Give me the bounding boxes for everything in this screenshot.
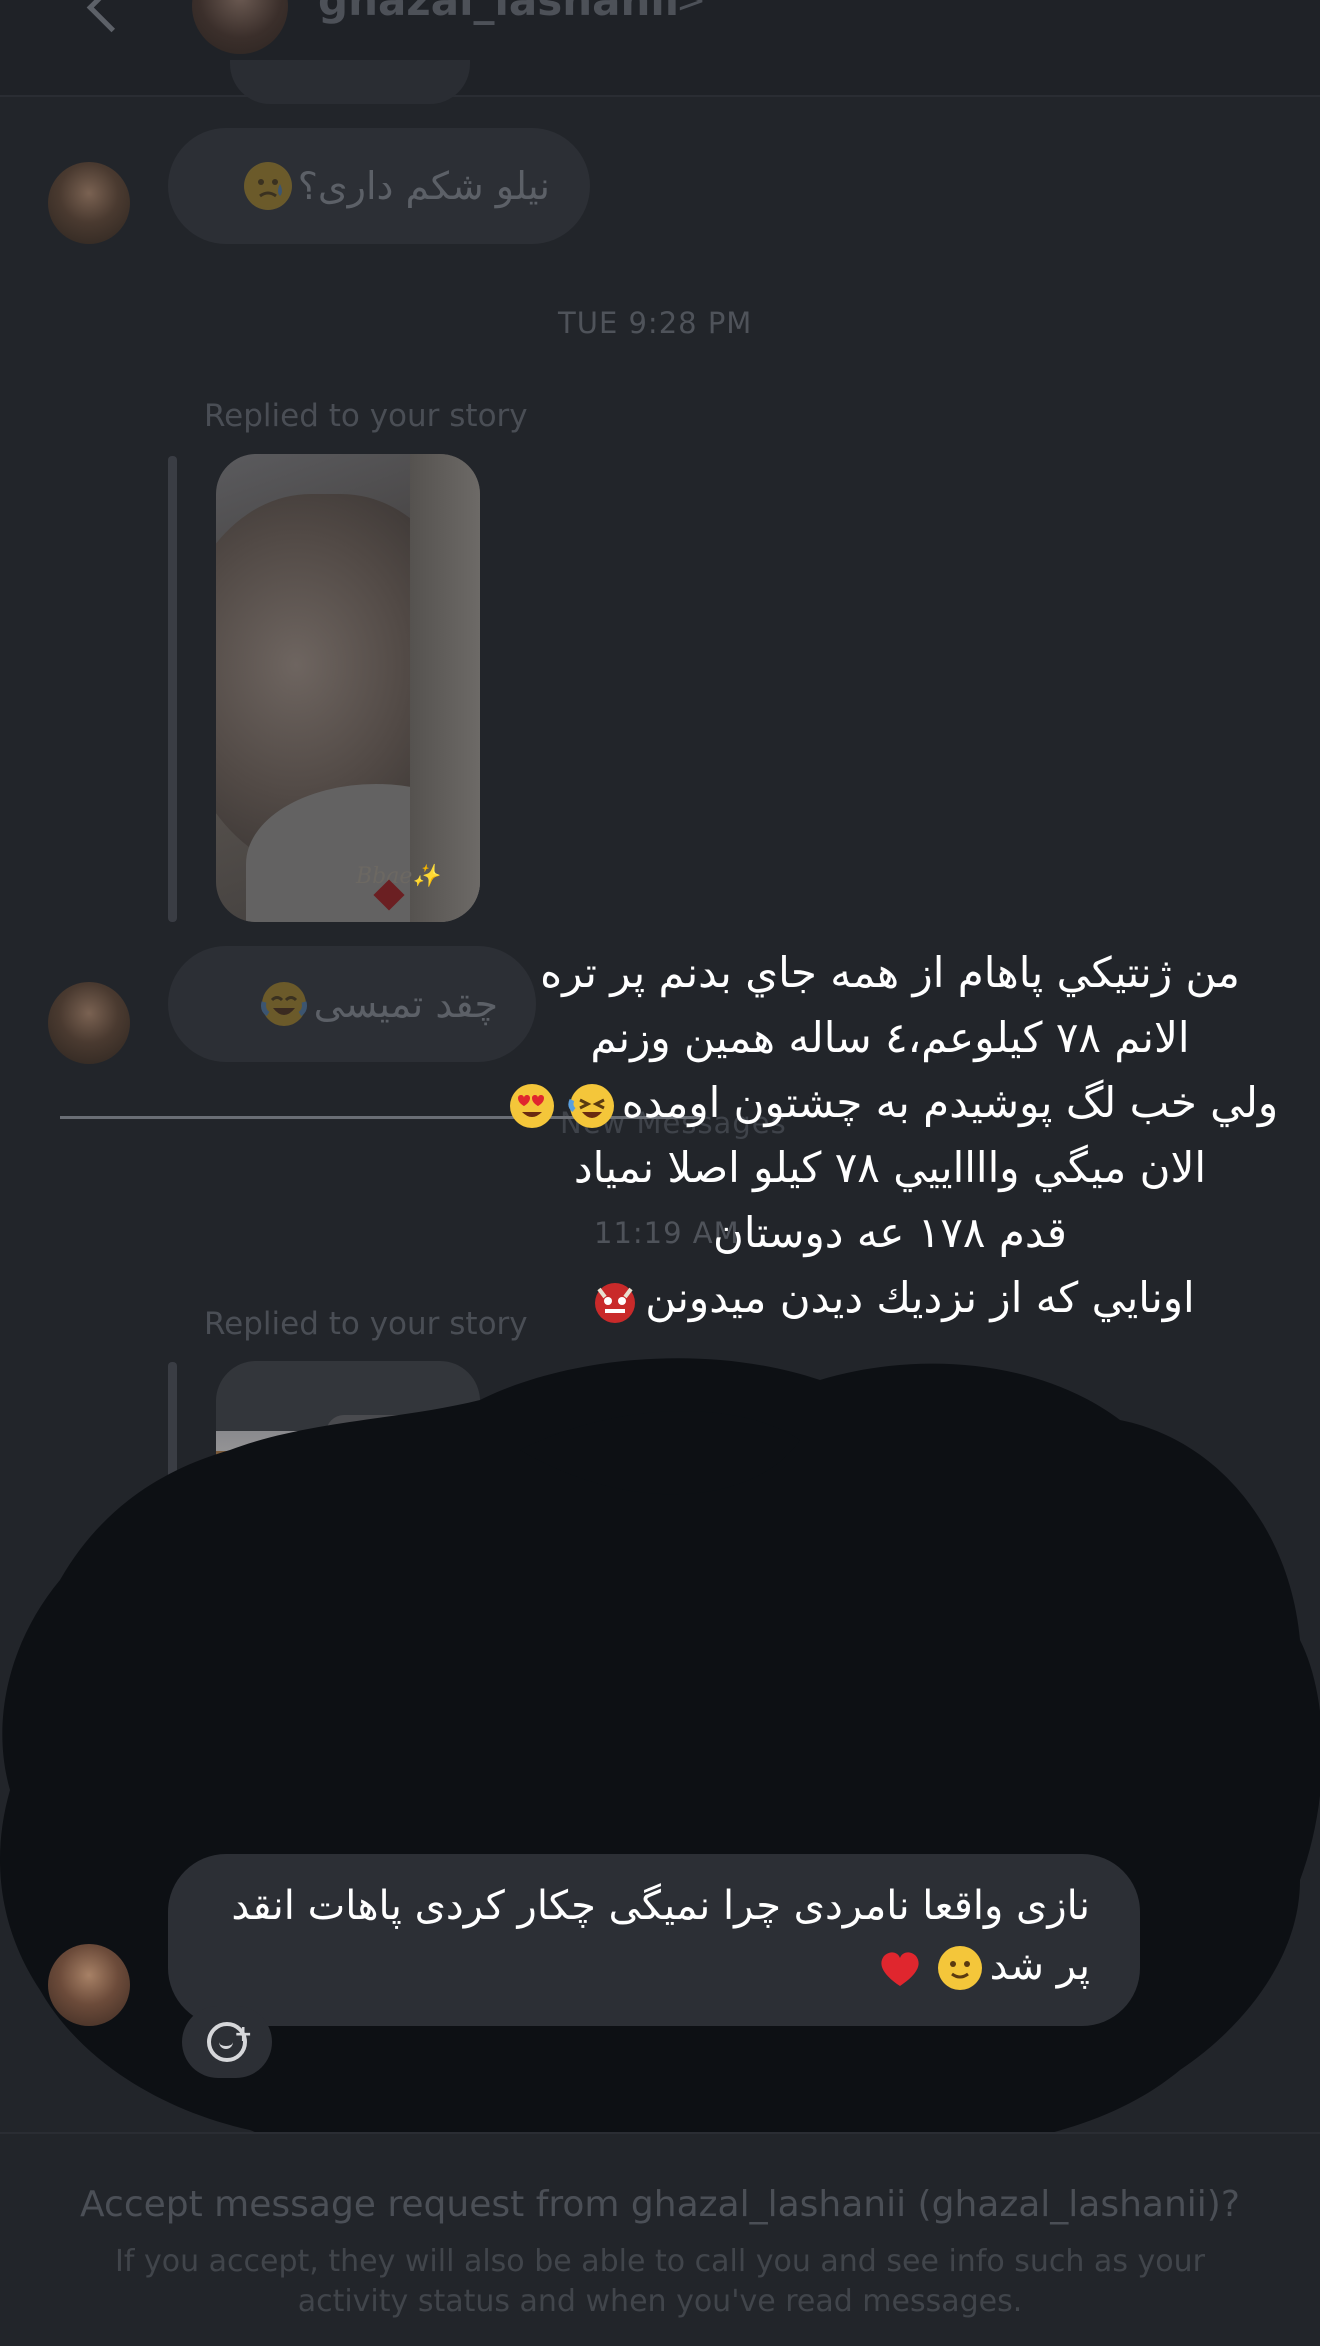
rolling-laughing-emoji-icon	[568, 1082, 616, 1130]
timestamp: TUE 9:28 PM	[558, 306, 753, 340]
message-text: نازی واقعا نامردی چرا نمیگی چکار کردی پا…	[210, 1876, 1090, 1996]
reply-indicator-bar	[168, 456, 177, 922]
message-line: پر شد	[210, 1936, 1090, 1996]
sender-avatar[interactable]	[48, 162, 130, 244]
message-bubble[interactable]: نازی واقعا نامردی چرا نمیگی چکار کردی پا…	[168, 1854, 1140, 2026]
caption-line: اونايي كه از نزديك ديدن ميدونن	[470, 1265, 1310, 1330]
story-thumbnail[interactable]: سلام و نرررررر	[216, 1361, 480, 1829]
story-thumbnail[interactable]: Bbae✨	[216, 454, 480, 922]
ogre-emoji-icon	[591, 1277, 639, 1325]
caption-line: الانم ۷۸ كيلوعم،٤ ساله همين وزنم	[590, 1013, 1190, 1062]
back-chevron-icon[interactable]	[80, 0, 137, 50]
sender-avatar[interactable]	[48, 982, 130, 1064]
tears-of-joy-emoji-icon	[260, 980, 308, 1028]
caption-line-text: ولي خب لگ پوشيدم به چشتون اومده	[621, 1078, 1279, 1127]
caption-line: من ژنتيكي پاهام از همه جاي بدنم پر تره	[540, 948, 1240, 997]
header-chevron-icon[interactable]: >	[676, 0, 706, 21]
message-request-footer: Accept message request from ghazal_lasha…	[0, 2132, 1320, 2346]
message-text: نیلو شکم داری؟	[297, 164, 550, 208]
replied-to-story-label: Replied to your story	[204, 398, 528, 434]
story-sticker-text: سلام و نرررررر	[326, 1415, 446, 1451]
sad-tear-emoji-icon	[243, 162, 292, 210]
caption-line: قدم ۱۷۸ عه دوستان	[713, 1208, 1067, 1257]
previous-message-fragment	[230, 60, 470, 104]
dm-thread-screen: ghazal_lashanii > نیلو شکم داری؟ TUE 9:2…	[0, 0, 1320, 2346]
story-person-shape	[244, 1511, 344, 1811]
heart-eyes-emoji-icon	[508, 1082, 556, 1130]
story-caption-text: Bbae✨	[356, 864, 440, 889]
caption-line: الان ميگي وااااييي ۷۸ كيلو اصلا نمياد	[573, 1143, 1207, 1192]
story-hair-shape	[410, 454, 480, 922]
add-reaction-button[interactable]: +	[182, 2006, 272, 2078]
message-line: نازی واقعا نامردی چرا نمیگی چکار کردی پا…	[231, 1883, 1090, 1929]
request-subtitle: If you accept, they will also be able to…	[115, 2244, 1205, 2319]
story-caption-overlay: من ژنتيكي پاهام از همه جاي بدنم پر تره ا…	[470, 940, 1310, 1330]
message-bubble[interactable]: نیلو شکم داری؟	[168, 128, 590, 244]
story-person-shape	[356, 1511, 446, 1811]
header-avatar[interactable]	[192, 0, 288, 54]
caption-line: ولي خب لگ پوشيدم به چشتون اومده	[470, 1070, 1310, 1135]
red-heart-emoji-icon	[876, 1944, 924, 1992]
header-username[interactable]: ghazal_lashanii	[318, 0, 679, 25]
plus-icon: +	[234, 2022, 253, 2047]
request-title: Accept message request from ghazal_lasha…	[80, 2184, 1240, 2225]
thread-header: ghazal_lashanii >	[0, 0, 1320, 97]
sender-avatar[interactable]	[48, 1944, 130, 2026]
slight-smile-emoji-icon	[936, 1944, 984, 1992]
message-line-text: پر شد	[989, 1943, 1090, 1989]
caption-line-text: اونايي كه از نزديك ديدن ميدونن	[645, 1273, 1195, 1322]
reply-indicator-bar	[168, 1362, 177, 1830]
